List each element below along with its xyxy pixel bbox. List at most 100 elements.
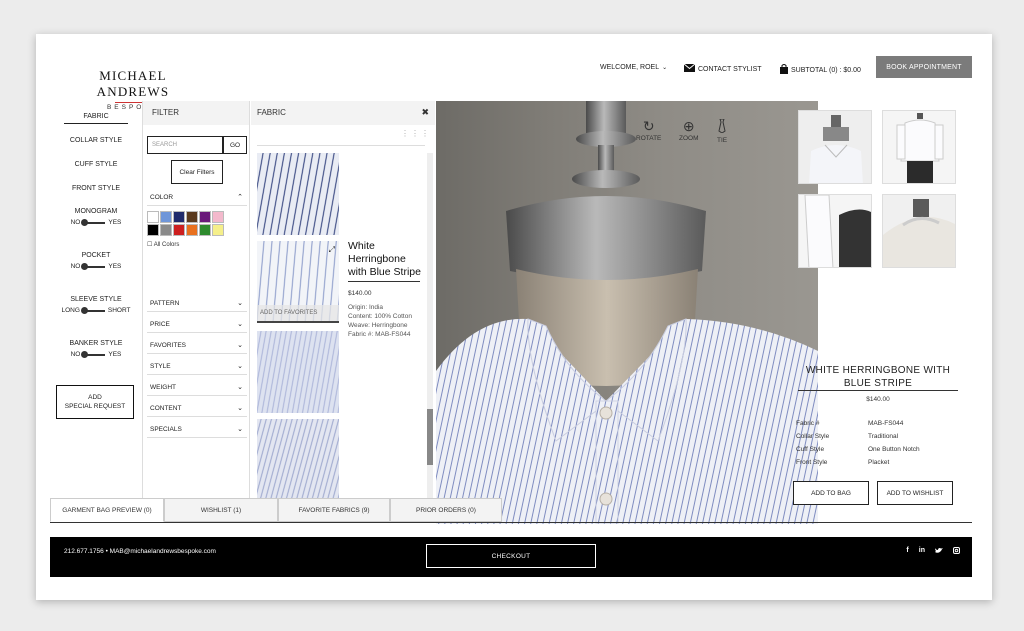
preview-back-collar[interactable] (882, 194, 956, 268)
spec-row: Front Style Placket (796, 459, 956, 466)
subtotal-link[interactable]: SUBTOTAL (0) : $0.00 (780, 64, 861, 76)
add-to-wishlist-button[interactable]: ADD TO WISHLIST (877, 481, 953, 505)
nav-fabric[interactable]: FABRIC (52, 113, 140, 124)
spec-key: Front Style (796, 459, 828, 466)
toggle-yes-label: YES (108, 351, 122, 358)
color-swatch[interactable] (186, 211, 198, 223)
color-swatch[interactable] (212, 211, 224, 223)
color-swatch[interactable] (212, 224, 224, 236)
color-swatch[interactable] (147, 224, 159, 236)
color-swatch[interactable] (147, 211, 159, 223)
spec-key: Cuff Style (796, 446, 825, 453)
facebook-icon[interactable]: f (906, 547, 908, 556)
filter-pattern[interactable]: PATTERN ⌄ (147, 296, 247, 312)
toggle-track (80, 306, 105, 314)
search-input[interactable]: SEARCH (147, 136, 223, 154)
filter-title: FILTER (143, 101, 249, 125)
all-colors-checkbox[interactable]: ☐ All Colors (147, 241, 179, 248)
spec-row: Cuff Style One Button Notch (796, 446, 956, 453)
welcome-menu[interactable]: WELCOME, ROEL ⌄ (600, 64, 667, 71)
fabric-swatch-selected[interactable]: ⤢ ADD TO FAVORITES (257, 241, 339, 323)
fabric-name: White Herringbone with Blue Stripe (348, 240, 421, 278)
checkout-button[interactable]: CHECKOUT (426, 544, 596, 568)
nav-cuff-style[interactable]: CUFF STYLE (52, 161, 140, 168)
filter-row-label: SPECIALS (150, 426, 182, 433)
zoom-tool[interactable]: ⊕ ZOOM (679, 119, 699, 142)
close-icon[interactable]: ✖ (421, 107, 429, 118)
nav-collar-style[interactable]: COLLAR STYLE (52, 137, 140, 144)
filter-color[interactable]: COLOR ⌃ (147, 190, 247, 206)
nav-pocket: POCKET NO YES (52, 252, 140, 270)
chevron-down-icon: ⌄ (237, 300, 243, 307)
toggle-no-label: NO (70, 351, 81, 358)
color-swatch[interactable] (160, 211, 172, 223)
toggle-knob (81, 350, 89, 358)
sleeve-toggle[interactable]: LONG SHORT (52, 306, 140, 314)
preview-front-collar[interactable] (798, 110, 872, 184)
tie-tool[interactable]: TIE (717, 118, 728, 144)
filter-color-label: COLOR (150, 194, 174, 201)
grid-view-toggle-icon[interactable]: ⋮⋮⋮ (401, 129, 431, 138)
filter-price[interactable]: PRICE ⌄ (147, 317, 247, 333)
toggle-no-label: NO (70, 263, 81, 270)
fabric-panel-title: FABRIC (257, 108, 286, 117)
product-title: WHITE HERRINGBONE WITH BLUE STRIPE (805, 365, 951, 389)
color-swatch[interactable] (186, 224, 198, 236)
color-swatch[interactable] (173, 211, 185, 223)
filter-specials[interactable]: SPECIALS ⌄ (147, 422, 247, 438)
filter-row-label: CONTENT (150, 405, 182, 412)
chevron-down-icon: ⌄ (237, 384, 243, 391)
nav-fabric-label: FABRIC (83, 113, 109, 120)
scrollbar-thumb[interactable] (427, 409, 433, 465)
twitter-icon[interactable] (935, 547, 943, 556)
filter-weight[interactable]: WEIGHT ⌄ (147, 380, 247, 396)
color-swatch[interactable] (199, 224, 211, 236)
preview-full-front[interactable] (882, 110, 956, 184)
nav-monogram: MONOGRAM NO YES (52, 208, 140, 226)
filter-row-label: STYLE (150, 363, 171, 370)
rotate-icon: ↻ (642, 118, 655, 134)
go-button[interactable]: GO (223, 136, 247, 154)
spec-key: Collar Style (796, 433, 830, 440)
clear-filters-button[interactable]: Clear Filters (171, 160, 223, 184)
fabric-swatch[interactable] (257, 419, 339, 501)
fabric-weave: Weave: Herringbone (348, 322, 408, 329)
fabric-swatch[interactable] (257, 331, 339, 413)
chevron-down-icon: ⌄ (237, 363, 243, 370)
contact-stylist-text: CONTACT STYLIST (698, 65, 762, 73)
monogram-toggle[interactable]: NO YES (52, 218, 140, 226)
tab-garment-bag-preview[interactable]: GARMENT BAG PREVIEW (0) (50, 498, 164, 522)
pocket-toggle[interactable]: NO YES (52, 262, 140, 270)
banker-toggle[interactable]: NO YES (52, 350, 140, 358)
book-appointment-button[interactable]: BOOK APPOINTMENT (876, 56, 972, 78)
filter-favorites[interactable]: FAVORITES ⌄ (147, 338, 247, 354)
fabric-panel-header: FABRIC ✖ (251, 101, 435, 125)
rotate-tool[interactable]: ↻ ROTATE (636, 119, 661, 142)
tab-wishlist[interactable]: WISHLIST (1) (164, 498, 278, 522)
footer-contact[interactable]: 212.677.1756 • MAB@michaelandrewsbespoke… (64, 548, 216, 555)
filter-style[interactable]: STYLE ⌄ (147, 359, 247, 375)
filter-content[interactable]: CONTENT ⌄ (147, 401, 247, 417)
shirt-viewer[interactable]: ↻ ROTATE ⊕ ZOOM TIE (436, 101, 818, 524)
fabric-swatch[interactable] (257, 153, 339, 235)
tab-favorite-fabrics[interactable]: FAVORITE FABRICS (9) (278, 498, 390, 522)
preview-sleeve-cuff[interactable] (798, 194, 872, 268)
tie-label: TIE (717, 137, 728, 144)
color-swatch[interactable] (160, 224, 172, 236)
chevron-down-icon: ⌄ (237, 405, 243, 412)
nav-front-style[interactable]: FRONT STYLE (52, 185, 140, 192)
fabric-origin: Origin: India (348, 304, 384, 311)
add-to-bag-button[interactable]: ADD TO BAG (793, 481, 869, 505)
instagram-icon[interactable] (953, 547, 960, 556)
linkedin-icon[interactable]: in (919, 547, 925, 556)
expand-icon[interactable]: ⤢ (329, 245, 335, 255)
add-to-favorites-button[interactable]: ADD TO FAVORITES (257, 305, 339, 321)
special-request-line1: ADD (88, 394, 102, 401)
color-swatch[interactable] (199, 211, 211, 223)
add-special-request-button[interactable]: ADD SPECIAL REQUEST (56, 385, 134, 419)
nav-sleeve-label: SLEEVE STYLE (70, 296, 122, 303)
fabric-scrollbar[interactable] (427, 153, 433, 499)
contact-stylist-link[interactable]: CONTACT STYLIST (683, 63, 762, 74)
color-swatch[interactable] (173, 224, 185, 236)
tab-prior-orders[interactable]: PRIOR ORDERS (0) (390, 498, 502, 522)
